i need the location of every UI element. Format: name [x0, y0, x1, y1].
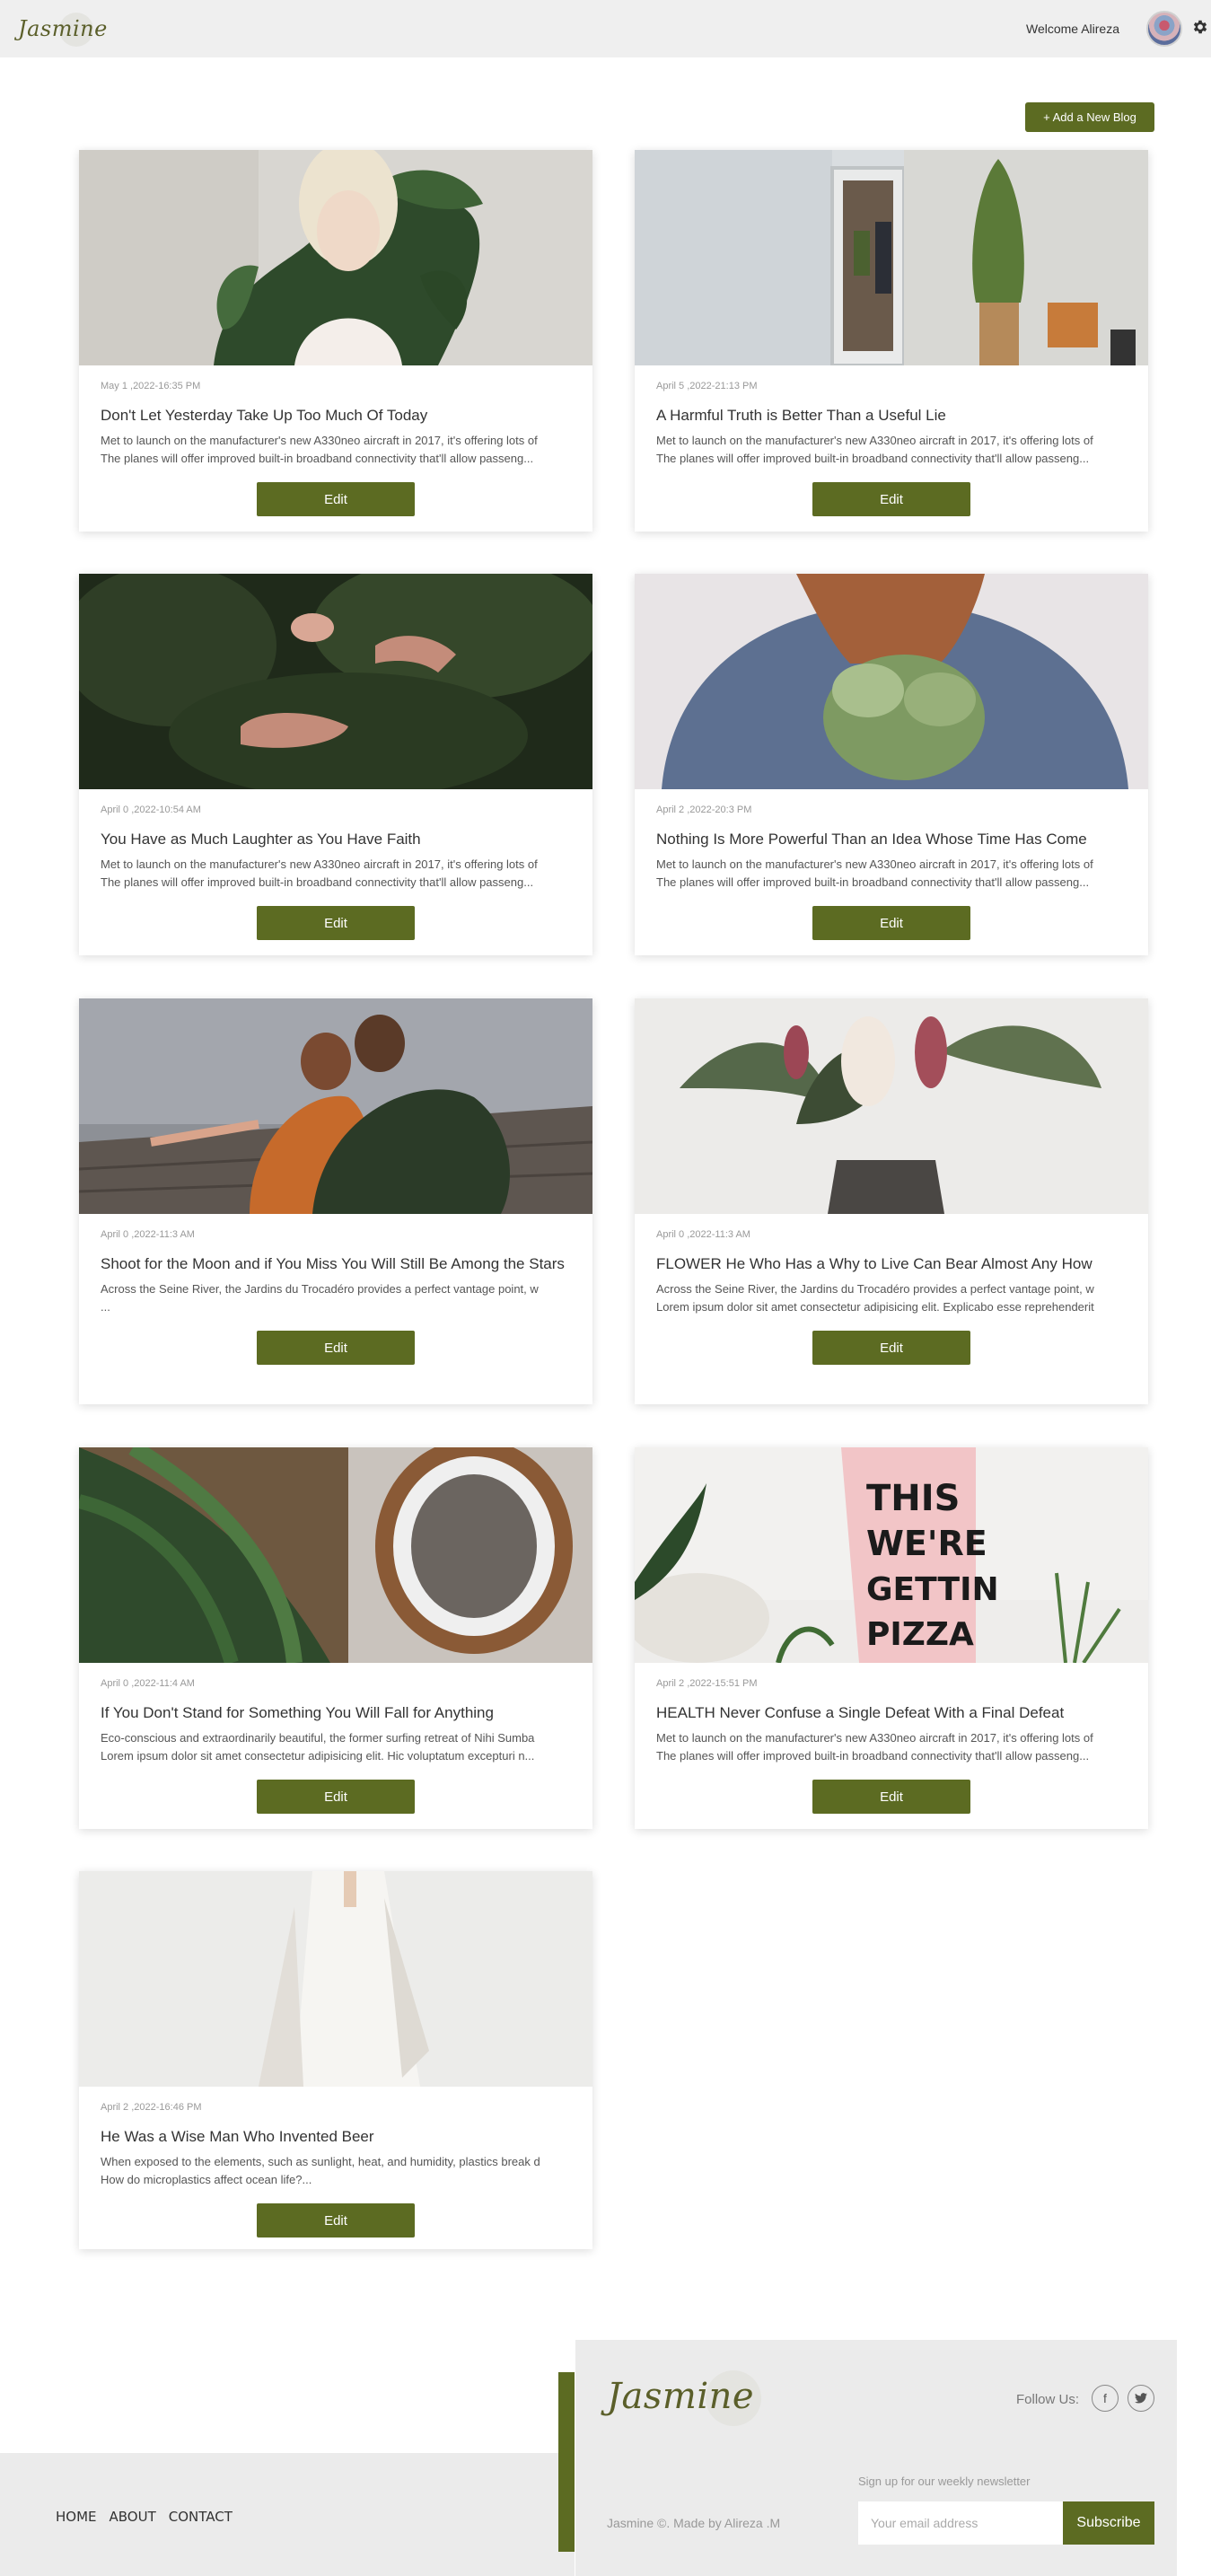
footer-link-about[interactable]: ABOUT: [110, 2509, 156, 2525]
excerpt-line: The planes will offer improved built-in …: [101, 452, 534, 465]
post-excerpt: When exposed to the elements, such as su…: [101, 2153, 571, 2189]
excerpt-line: The planes will offer improved built-in …: [101, 875, 534, 889]
post-excerpt: Met to launch on the manufacturer's new …: [101, 432, 571, 468]
gear-icon[interactable]: [1191, 18, 1209, 36]
footer-accent-bar: [558, 2372, 575, 2552]
post-title[interactable]: FLOWER He Who Has a Why to Live Can Bear…: [656, 1252, 1127, 1276]
post-excerpt: Met to launch on the manufacturer's new …: [656, 432, 1127, 468]
blog-card: April 5 ,2022-21:13 PM A Harmful Truth i…: [635, 150, 1148, 532]
excerpt-line: Met to launch on the manufacturer's new …: [656, 1731, 1093, 1745]
blog-card: April 0 ,2022-11:3 AM FLOWER He Who Has …: [635, 998, 1148, 1404]
post-title[interactable]: If You Don't Stand for Something You Wil…: [101, 1701, 571, 1725]
newsletter-email-input[interactable]: [858, 2501, 1063, 2545]
excerpt-line: Across the Seine River, the Jardins du T…: [101, 1282, 539, 1296]
edit-button[interactable]: Edit: [257, 482, 415, 516]
welcome-text: Welcome Alireza: [1025, 22, 1119, 36]
facebook-icon[interactable]: f: [1092, 2385, 1119, 2412]
copyright-text: Jasmine ©. Made by Alireza .M: [607, 2516, 781, 2530]
footer-logo[interactable]: Jasmine: [607, 2369, 761, 2431]
top-header: Jasmine Welcome Alireza: [0, 0, 1211, 57]
newsletter-label: Sign up for our weekly newsletter: [858, 2475, 1031, 2488]
blog-card: April 0 ,2022-11:3 AM Shoot for the Moon…: [79, 998, 592, 1404]
footer-nav: HOME ABOUT CONTACT: [56, 2509, 233, 2525]
post-date: April 0 ,2022-11:3 AM: [101, 1229, 195, 1240]
post-image-blue-sweater-bouquet[interactable]: [635, 574, 1148, 789]
user-avatar[interactable]: [1146, 11, 1182, 47]
twitter-icon[interactable]: [1128, 2385, 1154, 2412]
blog-card: May 1 ,2022-16:35 PM Don't Let Yesterday…: [79, 150, 592, 532]
blog-card: April 2 ,2022-16:46 PM He Was a Wise Man…: [79, 1871, 592, 2249]
site-logo[interactable]: Jasmine: [18, 11, 108, 47]
post-title[interactable]: Nothing Is More Powerful Than an Idea Wh…: [656, 827, 1127, 851]
edit-button[interactable]: Edit: [812, 906, 970, 940]
logo-text: Jasmine: [18, 16, 108, 41]
post-date: April 0 ,2022-11:4 AM: [101, 1678, 195, 1689]
post-image-office-booth[interactable]: [635, 150, 1148, 365]
post-title[interactable]: HEALTH Never Confuse a Single Defeat Wit…: [656, 1701, 1127, 1725]
excerpt-line: Met to launch on the manufacturer's new …: [101, 857, 538, 871]
post-date: April 0 ,2022-11:3 AM: [656, 1229, 750, 1240]
excerpt-line: The planes will offer improved built-in …: [656, 452, 1090, 465]
post-title[interactable]: You Have as Much Laughter as You Have Fa…: [101, 827, 571, 851]
svg-text:PIZZA: PIZZA: [866, 1616, 974, 1653]
edit-button[interactable]: Edit: [257, 1780, 415, 1814]
edit-button[interactable]: Edit: [257, 1331, 415, 1365]
post-title[interactable]: Don't Let Yesterday Take Up Too Much Of …: [101, 403, 571, 427]
footer-link-home[interactable]: HOME: [56, 2509, 97, 2525]
excerpt-line: Met to launch on the manufacturer's new …: [656, 434, 1093, 447]
svg-text:GETTIN: GETTIN: [866, 1571, 999, 1608]
post-date: April 2 ,2022-16:46 PM: [101, 2102, 202, 2113]
post-excerpt: Met to launch on the manufacturer's new …: [101, 856, 571, 892]
add-new-blog-button[interactable]: + Add a New Blog: [1025, 102, 1154, 132]
post-excerpt: Across the Seine River, the Jardins du T…: [656, 1280, 1127, 1316]
post-date: April 2 ,2022-15:51 PM: [656, 1678, 758, 1689]
post-title[interactable]: A Harmful Truth is Better Than a Useful …: [656, 403, 1127, 427]
post-date: April 2 ,2022-20:3 PM: [656, 804, 752, 815]
blog-card: April 0 ,2022-10:54 AM You Have as Much …: [79, 574, 592, 955]
post-title[interactable]: He Was a Wise Man Who Invented Beer: [101, 2124, 571, 2149]
post-image-hands-in-leaves[interactable]: [79, 574, 592, 789]
svg-text:WE'RE: WE'RE: [866, 1524, 987, 1563]
follow-us-label: Follow Us:: [1016, 2392, 1080, 2407]
excerpt-line: Lorem ipsum dolor sit amet consectetur a…: [101, 1749, 535, 1763]
excerpt-line: When exposed to the elements, such as su…: [101, 2155, 540, 2168]
edit-button[interactable]: Edit: [257, 2203, 415, 2238]
post-excerpt: Met to launch on the manufacturer's new …: [656, 1729, 1127, 1765]
post-excerpt: Across the Seine River, the Jardins du T…: [101, 1280, 571, 1316]
excerpt-line: Met to launch on the manufacturer's new …: [101, 434, 538, 447]
post-image-coffee-and-plant[interactable]: [79, 1447, 592, 1663]
blog-card: THIS WE'RE GETTIN PIZZA April 2 ,2022-15…: [635, 1447, 1148, 1829]
post-date: April 5 ,2022-21:13 PM: [656, 381, 758, 391]
post-date: May 1 ,2022-16:35 PM: [101, 381, 201, 391]
edit-button[interactable]: Edit: [812, 1780, 970, 1814]
footer-link-contact[interactable]: CONTACT: [169, 2509, 233, 2525]
post-image-woman-in-white[interactable]: [79, 1871, 592, 2087]
excerpt-line: Lorem ipsum dolor sit amet consectetur a…: [656, 1300, 1094, 1314]
post-image-woman-with-plant[interactable]: [79, 150, 592, 365]
post-image-friends-at-lake[interactable]: [79, 998, 592, 1214]
post-title[interactable]: Shoot for the Moon and if You Miss You W…: [101, 1252, 571, 1276]
excerpt-line: How do microplastics affect ocean life?.…: [101, 2173, 312, 2186]
edit-button[interactable]: Edit: [812, 1331, 970, 1365]
post-excerpt: Met to launch on the manufacturer's new …: [656, 856, 1127, 892]
blog-card: April 2 ,2022-20:3 PM Nothing Is More Po…: [635, 574, 1148, 955]
svg-text:THIS: THIS: [866, 1478, 960, 1519]
edit-button[interactable]: Edit: [257, 906, 415, 940]
edit-button[interactable]: Edit: [812, 482, 970, 516]
excerpt-line: ...: [101, 1300, 110, 1314]
excerpt-line: The planes will offer improved built-in …: [656, 875, 1090, 889]
footer-logo-text: Jasmine: [607, 2376, 755, 2417]
post-excerpt: Eco-conscious and extraordinarily beauti…: [101, 1729, 571, 1765]
post-image-flowers-vase[interactable]: [635, 998, 1148, 1214]
excerpt-line: The planes will offer improved built-in …: [656, 1749, 1090, 1763]
subscribe-button[interactable]: Subscribe: [1063, 2501, 1154, 2545]
post-image-pizza-dress[interactable]: THIS WE'RE GETTIN PIZZA: [635, 1447, 1148, 1663]
post-date: April 0 ,2022-10:54 AM: [101, 804, 201, 815]
excerpt-line: Met to launch on the manufacturer's new …: [656, 857, 1093, 871]
blog-card: April 0 ,2022-11:4 AM If You Don't Stand…: [79, 1447, 592, 1829]
excerpt-line: Eco-conscious and extraordinarily beauti…: [101, 1731, 535, 1745]
excerpt-line: Across the Seine River, the Jardins du T…: [656, 1282, 1094, 1296]
